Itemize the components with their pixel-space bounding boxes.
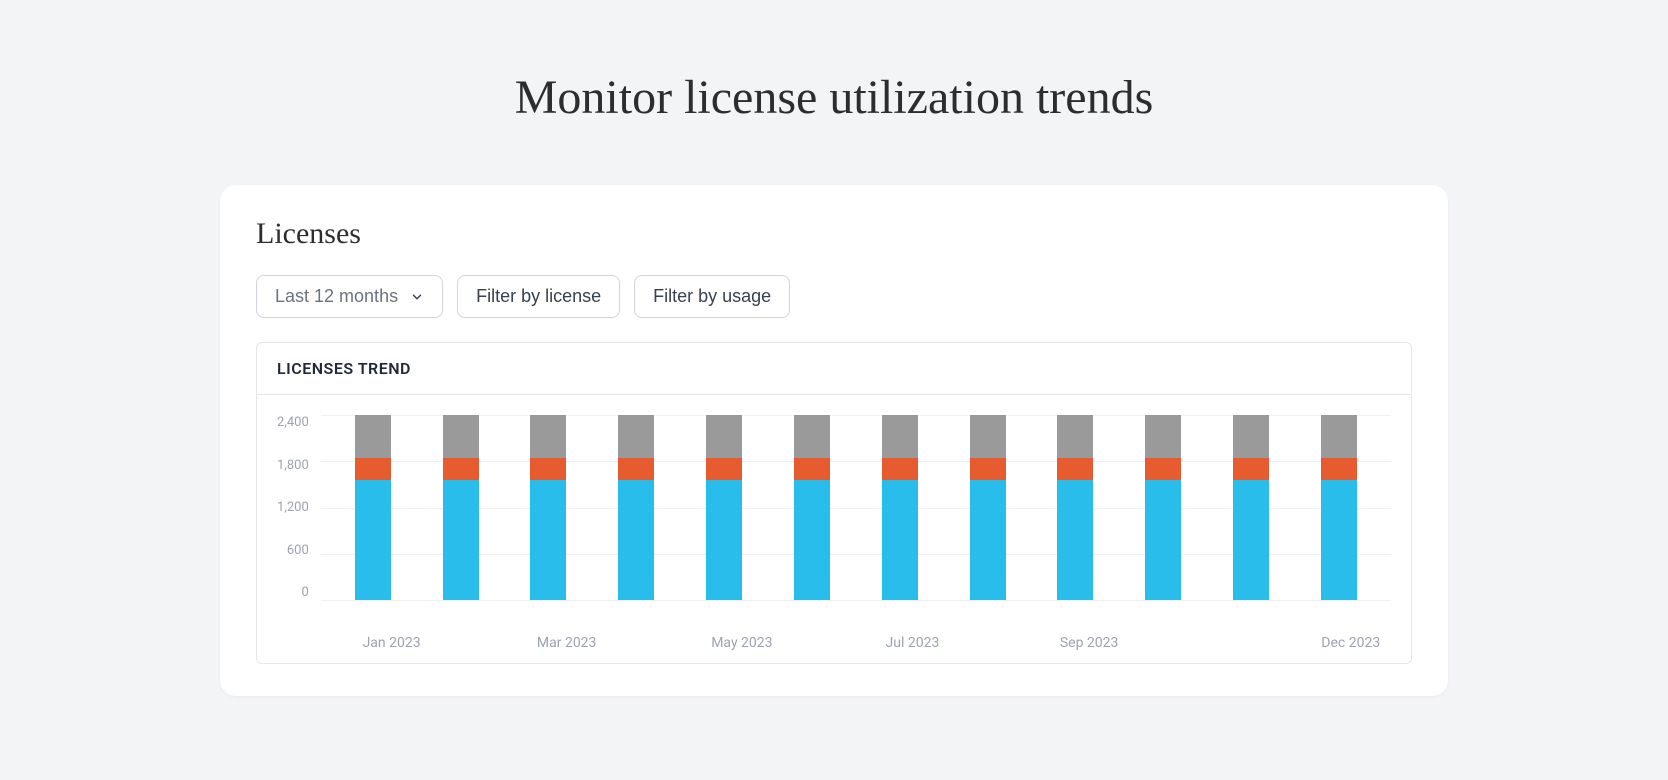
chevron-down-icon: [410, 290, 424, 304]
y-tick-label: 1,200: [277, 500, 309, 515]
bar: [794, 415, 830, 600]
bar-segment-active: [706, 480, 742, 600]
x-axis: Jan 2023 Mar 2023 May 2023 Jul 2023 Sep 2023…: [329, 635, 1391, 651]
filter-license-label: Filter by license: [476, 286, 601, 307]
bar-segment-pending: [706, 458, 742, 480]
date-range-dropdown[interactable]: Last 12 months: [256, 275, 443, 318]
bar: [882, 415, 918, 600]
bar-segment-inactive: [1057, 415, 1093, 458]
x-tick-label: [624, 635, 660, 651]
x-tick-label: Dec 2023: [1321, 635, 1357, 651]
bar-segment-active: [443, 480, 479, 600]
chart-body: 2,400 1,800 1,200 600 0 Jan 2023 Mar 2023 May …: [257, 395, 1411, 663]
bar-segment-active: [618, 480, 654, 600]
bar-segment-inactive: [530, 415, 566, 458]
bar: [706, 415, 742, 600]
y-tick-label: 600: [287, 543, 309, 558]
bar: [1233, 415, 1269, 600]
bar-segment-active: [355, 480, 391, 600]
bar-segment-active: [1145, 480, 1181, 600]
x-tick-label: Jan 2023: [363, 635, 399, 651]
x-tick-label: May 2023: [711, 635, 747, 651]
chart-panel: LICENSES TREND 2,400 1,800 1,200 600 0 Jan 2…: [256, 342, 1412, 664]
bar-segment-inactive: [706, 415, 742, 458]
bar-segment-inactive: [1233, 415, 1269, 458]
bar-segment-inactive: [1321, 415, 1357, 458]
filter-usage-label: Filter by usage: [653, 286, 771, 307]
x-tick-label: Mar 2023: [537, 635, 573, 651]
bar-segment-active: [970, 480, 1006, 600]
x-tick-label: [973, 635, 1009, 651]
bar: [1321, 415, 1357, 600]
bar-segment-pending: [794, 458, 830, 480]
bar-segment-inactive: [355, 415, 391, 458]
filter-by-license-button[interactable]: Filter by license: [457, 275, 620, 318]
x-tick-label: [798, 635, 834, 651]
page-container: Monitor license utilization trends Licen…: [20, 20, 1648, 760]
bar: [970, 415, 1006, 600]
bar-segment-active: [1233, 480, 1269, 600]
chart-title: LICENSES TREND: [257, 343, 1411, 395]
x-tick-label: Sep 2023: [1060, 635, 1096, 651]
x-tick-label: Jul 2023: [886, 635, 922, 651]
bar-segment-inactive: [970, 415, 1006, 458]
gridline: [321, 600, 1391, 601]
bar: [530, 415, 566, 600]
x-tick-label: [1147, 635, 1183, 651]
y-tick-label: 2,400: [277, 415, 309, 430]
bar-segment-pending: [1321, 458, 1357, 480]
bar: [355, 415, 391, 600]
bar-segment-pending: [355, 458, 391, 480]
y-tick-label: 0: [301, 585, 308, 600]
bar-segment-pending: [882, 458, 918, 480]
bar-segment-inactive: [882, 415, 918, 458]
bar-segment-pending: [970, 458, 1006, 480]
bar-segment-inactive: [443, 415, 479, 458]
bar-segment-pending: [443, 458, 479, 480]
card-title: Licenses: [256, 217, 1412, 251]
bar-segment-pending: [1057, 458, 1093, 480]
x-tick-label: [1234, 635, 1270, 651]
bar-segment-pending: [1145, 458, 1181, 480]
page-title: Monitor license utilization trends: [20, 70, 1648, 125]
bar-segment-active: [794, 480, 830, 600]
bar-segment-inactive: [618, 415, 654, 458]
bar-segment-active: [1057, 480, 1093, 600]
bar: [443, 415, 479, 600]
bar-segment-inactive: [1145, 415, 1181, 458]
y-tick-label: 1,800: [277, 458, 309, 473]
licenses-card: Licenses Last 12 months Filter by licens…: [220, 185, 1448, 696]
bars: [321, 415, 1391, 600]
filter-by-usage-button[interactable]: Filter by usage: [634, 275, 790, 318]
bar-segment-pending: [1233, 458, 1269, 480]
bar: [1057, 415, 1093, 600]
bar-segment-pending: [530, 458, 566, 480]
bar-segment-pending: [618, 458, 654, 480]
bar-segment-inactive: [794, 415, 830, 458]
bar-segment-active: [530, 480, 566, 600]
bar-segment-active: [1321, 480, 1357, 600]
bar: [1145, 415, 1181, 600]
bar-segment-active: [882, 480, 918, 600]
x-tick-label: [450, 635, 486, 651]
filter-bar: Last 12 months Filter by license Filter …: [256, 275, 1412, 318]
y-axis: 2,400 1,800 1,200 600 0: [277, 415, 321, 600]
plot-area: [321, 415, 1391, 600]
date-range-label: Last 12 months: [275, 286, 398, 307]
bar: [618, 415, 654, 600]
